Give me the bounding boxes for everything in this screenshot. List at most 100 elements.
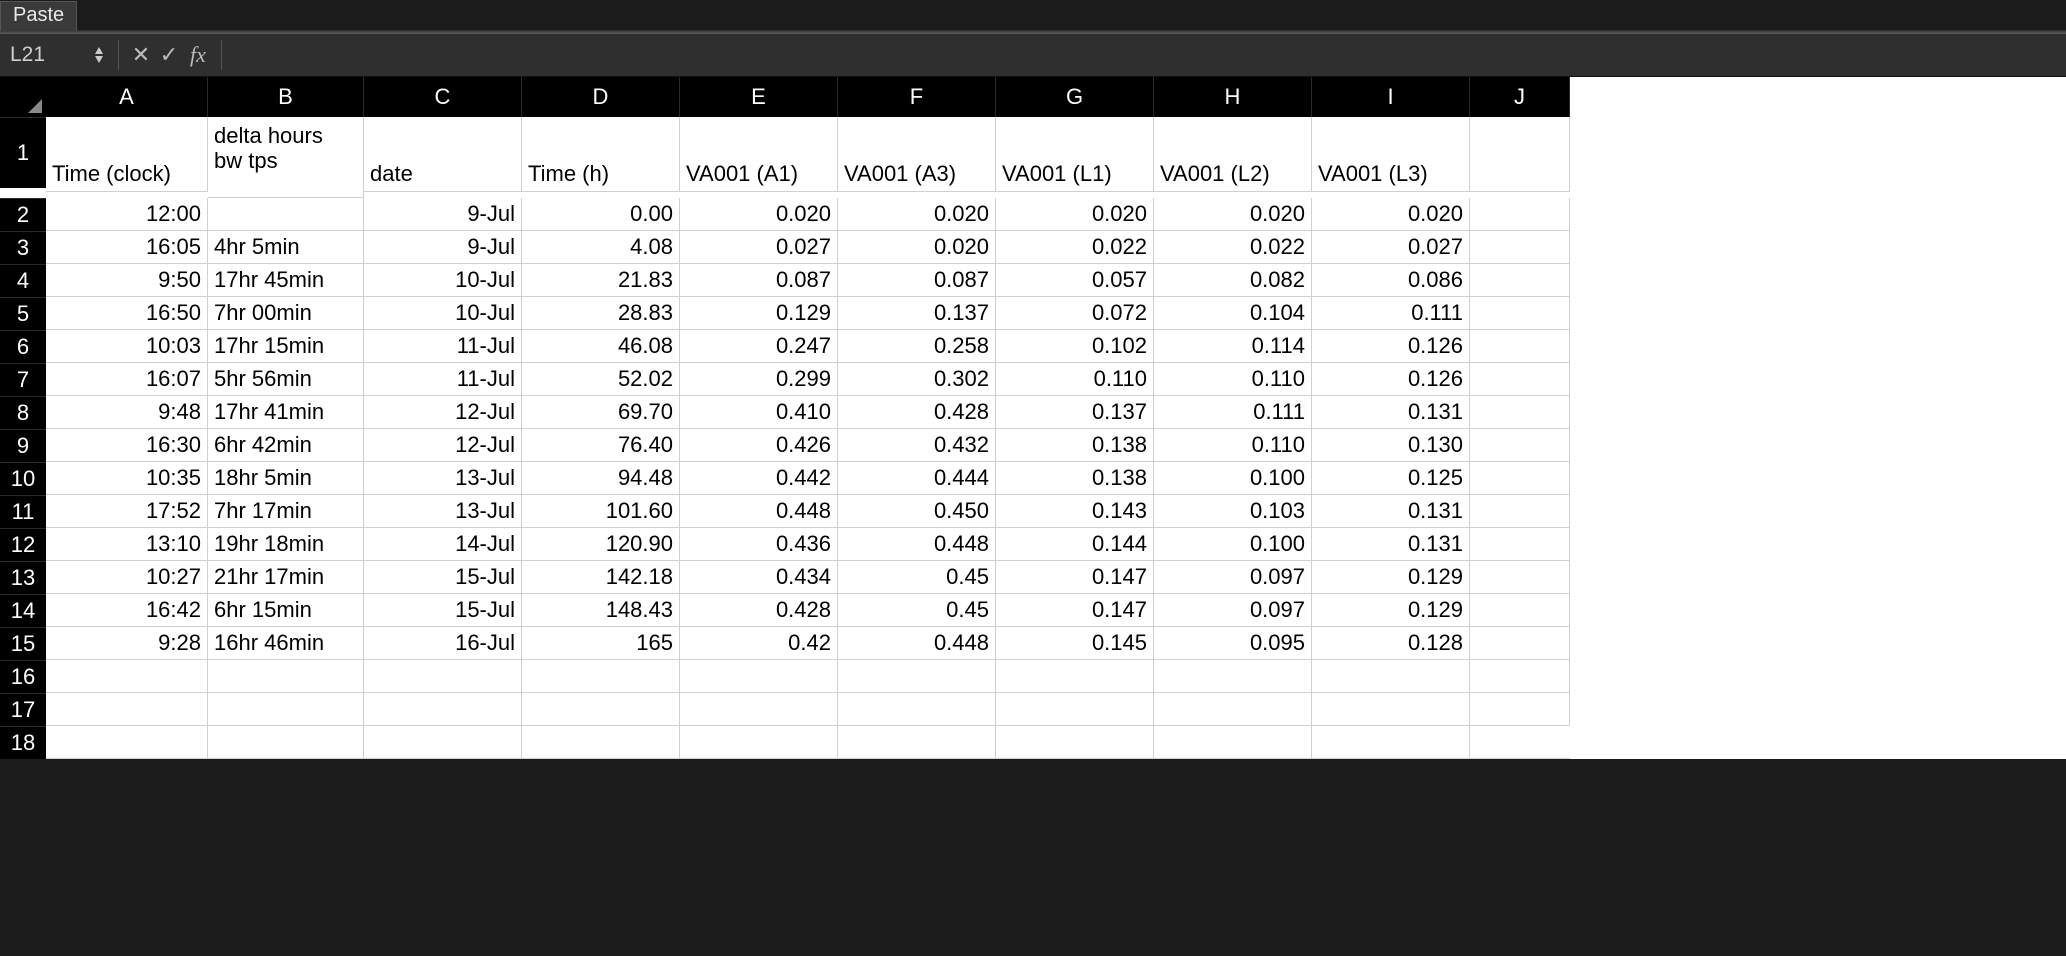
row-header-7[interactable]: 7 bbox=[0, 363, 46, 396]
row-header-16[interactable]: 16 bbox=[0, 660, 46, 693]
cell-H1[interactable]: VA001 (L2) bbox=[1154, 117, 1312, 192]
cell-J8[interactable] bbox=[1470, 396, 1570, 429]
cell-E8[interactable]: 0.410 bbox=[680, 396, 838, 429]
cell-G4[interactable]: 0.057 bbox=[996, 264, 1154, 297]
cell-C14[interactable]: 15-Jul bbox=[364, 594, 522, 627]
cell-I5[interactable]: 0.111 bbox=[1312, 297, 1470, 330]
row-header-15[interactable]: 15 bbox=[0, 627, 46, 660]
cell-C18[interactable] bbox=[364, 726, 522, 759]
cell-D3[interactable]: 4.08 bbox=[522, 231, 680, 264]
cell-C17[interactable] bbox=[364, 693, 522, 726]
cell-D13[interactable]: 142.18 bbox=[522, 561, 680, 594]
cell-D11[interactable]: 101.60 bbox=[522, 495, 680, 528]
cell-C5[interactable]: 10-Jul bbox=[364, 297, 522, 330]
cell-I17[interactable] bbox=[1312, 693, 1470, 726]
row-header-9[interactable]: 9 bbox=[0, 429, 46, 462]
cell-J14[interactable] bbox=[1470, 594, 1570, 627]
cell-F7[interactable]: 0.302 bbox=[838, 363, 996, 396]
cell-G1[interactable]: VA001 (L1) bbox=[996, 117, 1154, 192]
cell-E17[interactable] bbox=[680, 693, 838, 726]
cell-F17[interactable] bbox=[838, 693, 996, 726]
cell-B15[interactable]: 16hr 46min bbox=[208, 627, 364, 660]
row-header-6[interactable]: 6 bbox=[0, 330, 46, 363]
cell-C16[interactable] bbox=[364, 660, 522, 693]
cell-G3[interactable]: 0.022 bbox=[996, 231, 1154, 264]
cell-H6[interactable]: 0.114 bbox=[1154, 330, 1312, 363]
name-box-stepper[interactable] bbox=[94, 46, 104, 64]
cell-C4[interactable]: 10-Jul bbox=[364, 264, 522, 297]
cell-B18[interactable] bbox=[208, 726, 364, 759]
cell-A8[interactable]: 9:48 bbox=[46, 396, 208, 429]
cell-A7[interactable]: 16:07 bbox=[46, 363, 208, 396]
row-header-18[interactable]: 18 bbox=[0, 726, 46, 759]
column-header-A[interactable]: A bbox=[46, 77, 208, 117]
column-header-J[interactable]: J bbox=[1470, 77, 1570, 117]
cell-H15[interactable]: 0.095 bbox=[1154, 627, 1312, 660]
cell-G16[interactable] bbox=[996, 660, 1154, 693]
paste-tab[interactable]: Paste bbox=[0, 1, 77, 31]
cell-D1[interactable]: Time (h) bbox=[522, 117, 680, 192]
cell-D18[interactable] bbox=[522, 726, 680, 759]
cell-J5[interactable] bbox=[1470, 297, 1570, 330]
cell-A13[interactable]: 10:27 bbox=[46, 561, 208, 594]
row-header-10[interactable]: 10 bbox=[0, 462, 46, 495]
cell-C6[interactable]: 11-Jul bbox=[364, 330, 522, 363]
cell-I13[interactable]: 0.129 bbox=[1312, 561, 1470, 594]
column-header-E[interactable]: E bbox=[680, 77, 838, 117]
cell-C2[interactable]: 9-Jul bbox=[364, 198, 522, 231]
column-header-B[interactable]: B bbox=[208, 77, 364, 117]
formula-input[interactable] bbox=[230, 34, 2066, 76]
cell-I11[interactable]: 0.131 bbox=[1312, 495, 1470, 528]
cell-J16[interactable] bbox=[1470, 660, 1570, 693]
cell-I14[interactable]: 0.129 bbox=[1312, 594, 1470, 627]
cell-J17[interactable] bbox=[1470, 693, 1570, 726]
cell-G14[interactable]: 0.147 bbox=[996, 594, 1154, 627]
cell-D15[interactable]: 165 bbox=[522, 627, 680, 660]
cell-C3[interactable]: 9-Jul bbox=[364, 231, 522, 264]
cell-E4[interactable]: 0.087 bbox=[680, 264, 838, 297]
row-header-17[interactable]: 17 bbox=[0, 693, 46, 726]
cell-H17[interactable] bbox=[1154, 693, 1312, 726]
cell-C15[interactable]: 16-Jul bbox=[364, 627, 522, 660]
cell-D5[interactable]: 28.83 bbox=[522, 297, 680, 330]
cell-H2[interactable]: 0.020 bbox=[1154, 198, 1312, 231]
cell-I16[interactable] bbox=[1312, 660, 1470, 693]
cell-A3[interactable]: 16:05 bbox=[46, 231, 208, 264]
column-header-D[interactable]: D bbox=[522, 77, 680, 117]
cell-E14[interactable]: 0.428 bbox=[680, 594, 838, 627]
cell-E11[interactable]: 0.448 bbox=[680, 495, 838, 528]
cell-H12[interactable]: 0.100 bbox=[1154, 528, 1312, 561]
cell-F14[interactable]: 0.45 bbox=[838, 594, 996, 627]
cell-F5[interactable]: 0.137 bbox=[838, 297, 996, 330]
cell-H18[interactable] bbox=[1154, 726, 1312, 759]
cell-B8[interactable]: 17hr 41min bbox=[208, 396, 364, 429]
cell-B2[interactable] bbox=[208, 198, 364, 231]
cell-B13[interactable]: 21hr 17min bbox=[208, 561, 364, 594]
column-header-I[interactable]: I bbox=[1312, 77, 1470, 117]
cell-H9[interactable]: 0.110 bbox=[1154, 429, 1312, 462]
cell-J15[interactable] bbox=[1470, 627, 1570, 660]
cell-H10[interactable]: 0.100 bbox=[1154, 462, 1312, 495]
column-header-F[interactable]: F bbox=[838, 77, 996, 117]
cell-J4[interactable] bbox=[1470, 264, 1570, 297]
cell-J13[interactable] bbox=[1470, 561, 1570, 594]
cell-D7[interactable]: 52.02 bbox=[522, 363, 680, 396]
row-header-2[interactable]: 2 bbox=[0, 198, 46, 231]
cell-E10[interactable]: 0.442 bbox=[680, 462, 838, 495]
cell-F18[interactable] bbox=[838, 726, 996, 759]
cell-A9[interactable]: 16:30 bbox=[46, 429, 208, 462]
cell-H14[interactable]: 0.097 bbox=[1154, 594, 1312, 627]
cell-I1[interactable]: VA001 (L3) bbox=[1312, 117, 1470, 192]
cell-D8[interactable]: 69.70 bbox=[522, 396, 680, 429]
cell-J18[interactable] bbox=[1470, 726, 1570, 759]
cell-E3[interactable]: 0.027 bbox=[680, 231, 838, 264]
cell-B3[interactable]: 4hr 5min bbox=[208, 231, 364, 264]
cell-G7[interactable]: 0.110 bbox=[996, 363, 1154, 396]
cell-F16[interactable] bbox=[838, 660, 996, 693]
cell-I4[interactable]: 0.086 bbox=[1312, 264, 1470, 297]
cell-E18[interactable] bbox=[680, 726, 838, 759]
row-header-4[interactable]: 4 bbox=[0, 264, 46, 297]
cell-I6[interactable]: 0.126 bbox=[1312, 330, 1470, 363]
cell-A1[interactable]: Time (clock) bbox=[46, 117, 208, 192]
cell-I15[interactable]: 0.128 bbox=[1312, 627, 1470, 660]
